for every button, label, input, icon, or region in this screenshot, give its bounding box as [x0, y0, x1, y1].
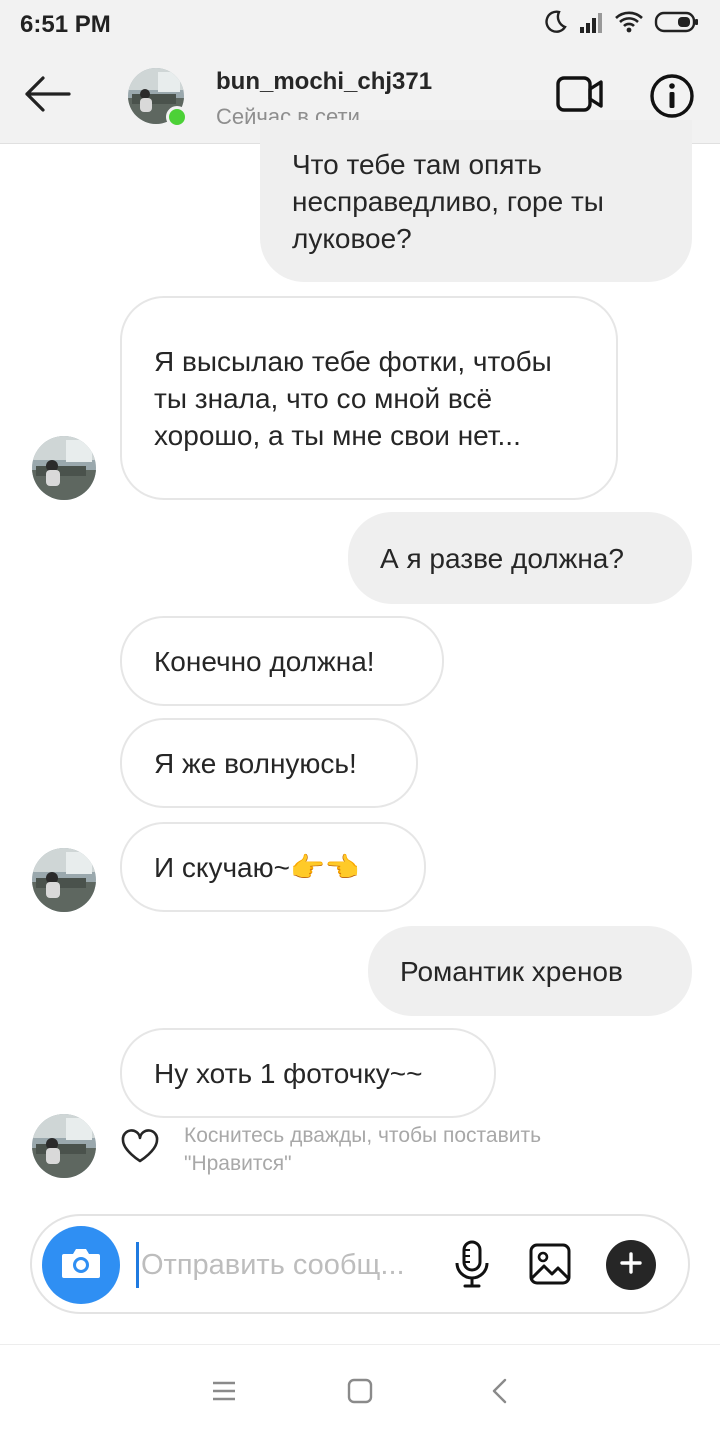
status-icons [542, 8, 700, 40]
message-text: Что тебе там опять несправедливо, горе т… [292, 149, 604, 254]
back-button[interactable] [18, 72, 74, 120]
message-composer [30, 1214, 690, 1314]
menu-nav-button[interactable] [206, 1375, 242, 1411]
camera-button[interactable] [42, 1226, 120, 1304]
message-text: Романтик хренов [400, 955, 623, 987]
status-bar: 6:51 PM [0, 0, 720, 48]
microphone-button[interactable] [450, 1240, 494, 1292]
info-icon [649, 73, 695, 124]
message-text: Я же волнуюсь! [154, 747, 357, 779]
avatar[interactable] [128, 68, 188, 128]
like-hint: Коснитесь дважды, чтобы поставить "Нрави… [120, 1122, 624, 1178]
message-incoming[interactable]: Я высылаю тебе фотки, чтобы ты знала, чт… [120, 296, 618, 500]
message-text: Конечно должна! [154, 645, 375, 677]
gallery-button[interactable] [526, 1242, 574, 1290]
moon-icon [542, 9, 568, 40]
wifi-icon [614, 10, 644, 39]
battery-icon [654, 10, 700, 39]
message-outgoing[interactable]: Романтик хренов [368, 926, 692, 1016]
sender-avatar[interactable] [32, 848, 96, 912]
chat-username[interactable]: bun_mochi_chj371 [216, 68, 432, 96]
plus-icon [619, 1251, 643, 1280]
arrow-left-icon [21, 74, 71, 119]
avatar-image [32, 1114, 96, 1178]
message-text: Я высылаю тебе фотки, чтобы ты знала, чт… [154, 345, 552, 451]
status-time: 6:51 PM [20, 11, 111, 38]
sender-avatar[interactable] [32, 436, 96, 500]
message-text: И скучаю~👉👈 [154, 851, 360, 883]
message-outgoing[interactable]: Что тебе там опять несправедливо, горе т… [260, 120, 692, 282]
message-incoming[interactable]: Ну хоть 1 фоточку~~ [120, 1028, 496, 1118]
home-nav-button[interactable] [342, 1375, 378, 1411]
message-text: Ну хоть 1 фоточку~~ [154, 1057, 423, 1089]
image-icon [528, 1242, 572, 1291]
signal-icon [578, 10, 604, 39]
message-incoming[interactable]: Конечно должна! [120, 616, 444, 706]
message-incoming[interactable]: И скучаю~👉👈 [120, 822, 426, 912]
message-text: А я разве должна? [380, 542, 624, 574]
online-indicator [166, 106, 188, 128]
avatar-image [32, 848, 96, 912]
video-call-button[interactable] [552, 74, 608, 118]
avatar-image [32, 436, 96, 500]
message-input[interactable] [136, 1242, 426, 1288]
more-options-button[interactable] [606, 1240, 656, 1290]
microphone-icon [452, 1239, 492, 1294]
menu-icon [211, 1380, 237, 1407]
like-hint-text: Коснитесь дважды, чтобы поставить "Нрави… [184, 1124, 542, 1175]
sender-avatar[interactable] [32, 1114, 96, 1178]
square-icon [347, 1378, 373, 1409]
message-incoming[interactable]: Я же волнуюсь! [120, 718, 418, 808]
chevron-left-icon [490, 1377, 510, 1410]
system-nav-bar [0, 1344, 720, 1440]
info-button[interactable] [648, 73, 696, 124]
video-camera-icon [555, 74, 605, 119]
back-nav-button[interactable] [482, 1375, 518, 1411]
camera-icon [60, 1246, 102, 1285]
heart-icon[interactable] [120, 1122, 160, 1169]
message-outgoing[interactable]: А я разве должна? [348, 512, 692, 604]
